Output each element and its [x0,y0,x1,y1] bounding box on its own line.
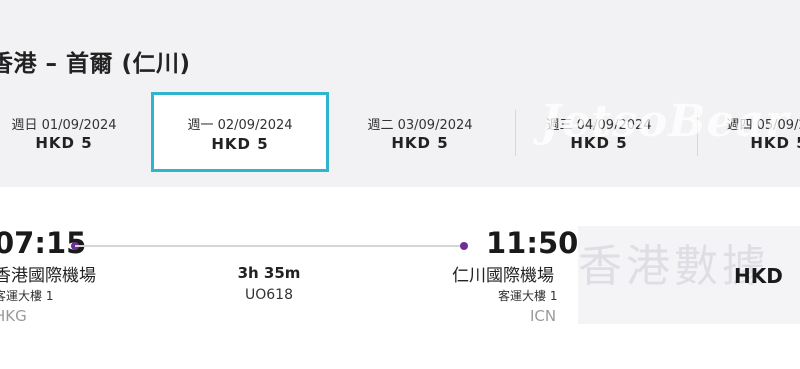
arrival-terminal: 客運大樓 1 [498,289,558,303]
date-tab-0[interactable]: 週日 01/09/2024 HKD 5 [0,98,153,168]
date-tab-1-selected[interactable]: 週一 02/09/2024 HKD 5 [151,92,329,172]
date-label: 週二 03/09/2024 [367,118,473,133]
flight-route-line [75,245,464,247]
arrival-time: 11:50 [486,226,579,260]
flight-number: UO618 [245,287,293,303]
arrival-dot-icon [460,242,468,250]
date-label: 週一 02/09/2024 [187,118,293,133]
departure-airport: 香港國際機場 [0,266,96,286]
route-title: 香港 – 首爾 (仁川) [0,51,191,77]
fare-currency: HKD [734,264,783,288]
date-selector-header: 香港 – 首爾 (仁川) 週日 01/09/2024 HKD 5 週一 02/0… [0,0,800,187]
date-price: HKD 5 [211,135,269,153]
watermark-logo: JetsoBear [540,96,790,147]
date-price: HKD 5 [391,134,449,152]
date-tab-2[interactable]: 週二 03/09/2024 HKD 5 [331,98,509,168]
departure-code: HKG [0,307,27,325]
arrival-airport: 仁川國際機場 [452,266,554,286]
flight-duration: 3h 35m [237,264,301,282]
date-price: HKD 5 [35,134,93,152]
date-label: 週日 01/09/2024 [11,118,117,133]
departure-terminal: 客運大樓 1 [0,289,54,303]
fare-panel[interactable]: 香港數據 HKD [578,226,800,324]
arrival-code: ICN [530,307,557,325]
